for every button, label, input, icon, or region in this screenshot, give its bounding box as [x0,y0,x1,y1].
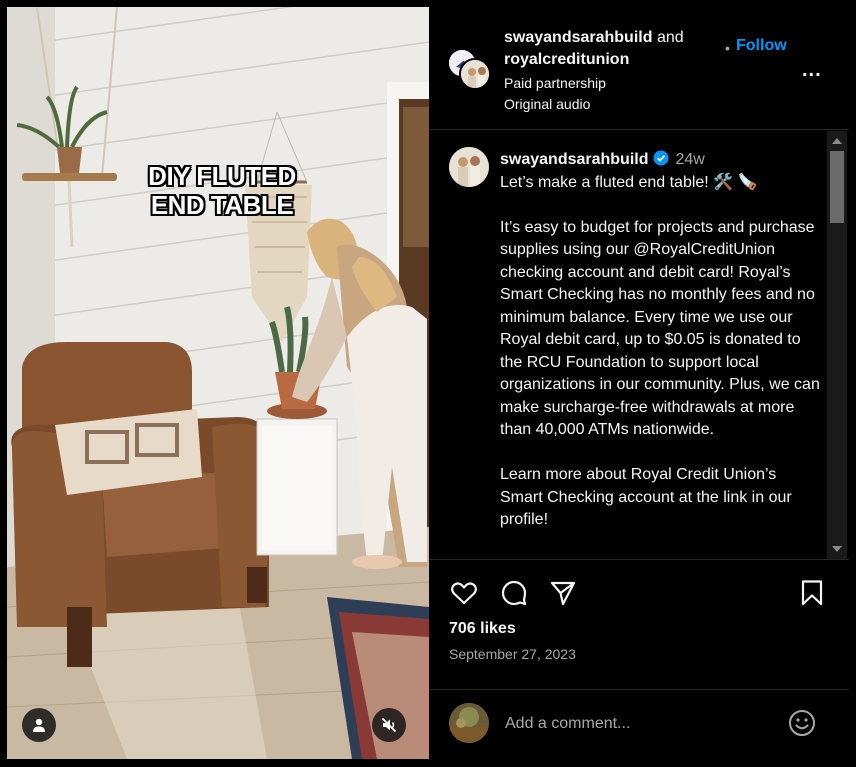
caption-section[interactable]: swayandsarahbuild 24w Let’s make a fluted… [429,131,827,559]
current-user-avatar [449,703,489,743]
caption-text-block: swayandsarahbuild 24w Let’s make a fluted… [500,149,820,532]
header-and: and [656,29,684,46]
post-details-panel: swayandsarahbuild and royalcreditunion •… [429,7,849,759]
header-username-2[interactable]: royalcreditunion [504,51,629,68]
muted-audio-icon [381,717,397,733]
tagged-users-button[interactable] [22,708,56,742]
follow-button[interactable]: Follow [736,37,787,55]
post-actions: 706 likes September 27, 2023 [429,559,849,689]
post-video[interactable]: DIY FLUTED END TABLE [7,7,429,759]
caption-avatar[interactable] [449,147,489,187]
original-audio-link[interactable]: Original audio [504,94,606,115]
more-options-button[interactable]: ... [802,59,822,82]
paid-partnership-label[interactable]: Paid partnership [504,73,606,94]
video-overlay-title: DIY FLUTED END TABLE [107,162,337,220]
overlay-title-line2: END TABLE [150,190,294,220]
header-username-1[interactable]: swayandsarahbuild [504,29,653,46]
share-icon[interactable] [548,578,578,608]
post-header: swayandsarahbuild and royalcreditunion •… [429,7,849,130]
comment-icon[interactable] [499,578,529,608]
swayandsarahbuild-avatar [459,58,491,90]
header-dot-separator: • [725,40,730,56]
overlay-title-line1: DIY FLUTED [148,161,296,191]
audio-toggle-button[interactable] [372,708,406,742]
caption-username[interactable]: swayandsarahbuild [500,151,649,168]
heart-icon[interactable] [449,578,479,608]
caption-scrollbar[interactable] [827,131,847,559]
caption-timestamp[interactable]: 24w [676,151,705,168]
likes-count[interactable]: 706 likes [449,620,516,638]
verified-badge-icon [653,150,668,166]
comment-input[interactable] [505,712,775,736]
user-tag-icon [33,718,45,732]
header-subtitle: Paid partnership Original audio [504,73,606,115]
collab-usernames: swayandsarahbuild and royalcreditunion [504,27,684,71]
bookmark-icon[interactable] [797,578,827,608]
caption-body: Let’s make a fluted end table! 🛠️ 🪚 It’s… [500,173,820,529]
comment-composer [429,689,849,759]
scroll-down-arrow-icon[interactable] [832,546,842,552]
scroll-up-arrow-icon[interactable] [832,138,842,144]
scrollbar-thumb[interactable] [830,151,844,223]
emoji-icon[interactable] [787,708,817,738]
video-frame-image [7,7,429,759]
post-modal: DIY FLUTED END TABLE swayandsarahbuild a… [0,0,856,767]
collab-avatars[interactable] [447,48,491,90]
post-date[interactable]: September 27, 2023 [449,646,576,662]
